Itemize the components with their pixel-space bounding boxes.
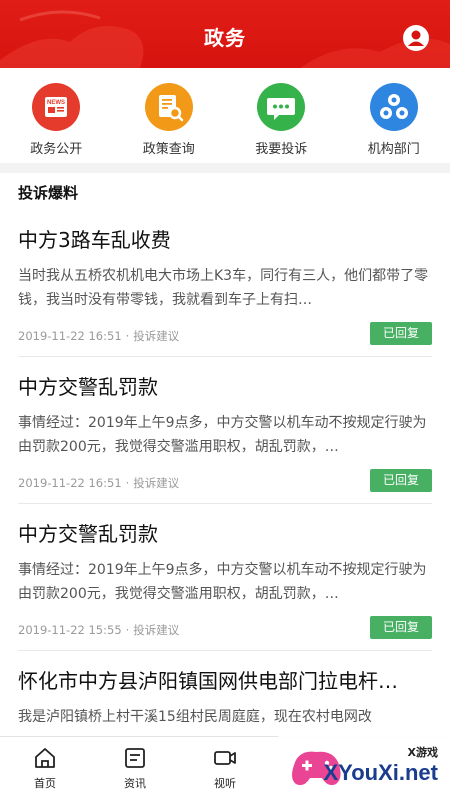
svg-text:NEWS: NEWS	[47, 100, 65, 106]
quick-nav-label: 政策查询	[142, 142, 195, 157]
feed-item-meta: 2019-11-22 16:51 · 投诉建议	[18, 329, 180, 343]
feed-item-summary: 事情经过：2019年上午9点多，中方交警以机车动不按规定行驶为由罚款200元，我…	[18, 562, 427, 602]
feed-item-date: 2019-11-22 16:51	[18, 329, 122, 343]
tab-home[interactable]: 首页	[0, 737, 90, 800]
section-title: 投诉爆料	[18, 184, 79, 202]
feed-item-meta: 2019-11-22 16:51 · 投诉建议	[18, 476, 180, 490]
watermark-small-text: X游戏	[407, 746, 438, 759]
feed-item-date: 2019-11-22 15:55	[18, 623, 122, 637]
quick-nav-label: 政务公开	[30, 142, 83, 157]
top-header: 政务	[0, 0, 450, 68]
feed-item-title: 中方交警乱罚款	[18, 522, 158, 546]
feed-item-summary: 事情经过：2019年上午9点多，中方交警以机车动不按规定行驶为由罚款200元，我…	[18, 415, 427, 455]
feed-item[interactable]: 中方交警乱罚款 事情经过：2019年上午9点多，中方交警以机车动不按规定行驶为由…	[18, 504, 432, 651]
feed-item-date: 2019-11-22 16:51	[18, 476, 122, 490]
home-icon	[35, 748, 55, 768]
quick-nav-label: 我要投诉	[255, 142, 308, 157]
video-icon	[214, 751, 236, 765]
feed-item[interactable]: 中方交警乱罚款 事情经过：2019年上午9点多，中方交警以机车动不按规定行驶为由…	[18, 357, 432, 504]
quick-nav-label: 机构部门	[367, 142, 420, 157]
chat-bubble-icon	[257, 83, 306, 131]
feed-item-category: 投诉建议	[133, 623, 180, 637]
quick-nav: NEWS 政务公开 政策查询 我要投诉 机构部门	[0, 68, 450, 162]
news-list-icon	[125, 748, 145, 768]
feed-item-category: 投诉建议	[133, 476, 180, 490]
feed-item-title: 怀化市中方县泸阳镇国网供电部门拉电杆…	[18, 669, 398, 693]
status-badge: 已回复	[370, 469, 432, 492]
feed-item-summary: 我是泸阳镇桥上村干溪15组村民周庭庭，现在农村电网改	[18, 709, 372, 725]
feed-item-title: 中方3路车乱收费	[18, 228, 171, 252]
organization-icon	[369, 83, 418, 131]
feed-item[interactable]: 中方3路车乱收费 当时我从五桥农机机电大市场上K3车，同行有三人，他们都带了零钱…	[18, 210, 432, 357]
news-icon: NEWS	[32, 83, 81, 131]
status-badge: 已回复	[370, 616, 432, 639]
tab-label: 视听	[214, 777, 236, 790]
page-title: 政务	[204, 26, 246, 50]
feed-item-category: 投诉建议	[133, 329, 180, 343]
user-profile-button[interactable]	[402, 24, 430, 52]
feed-item-summary: 当时我从五桥农机机电大市场上K3车，同行有三人，他们都带了零钱，我当时没有带零钱…	[18, 268, 429, 308]
feed-item-title: 中方交警乱罚款	[18, 375, 158, 399]
tab-label: 资讯	[124, 777, 146, 790]
complaint-feed: 中方3路车乱收费 当时我从五桥农机机电大市场上K3车，同行有三人，他们都带了零钱…	[0, 210, 450, 761]
tab-video[interactable]: 视听	[180, 737, 270, 800]
tab-label: 首页	[34, 777, 56, 790]
quick-nav-complaint[interactable]: 我要投诉	[225, 68, 338, 162]
watermark: X游戏 XYouXi.net	[278, 736, 450, 800]
document-search-icon	[144, 83, 193, 131]
quick-nav-departments[interactable]: 机构部门	[338, 68, 450, 162]
status-badge: 已回复	[370, 322, 432, 345]
quick-nav-gov-affairs-public[interactable]: NEWS 政务公开	[0, 68, 113, 162]
feed-item-meta: 2019-11-22 15:55 · 投诉建议	[18, 623, 180, 637]
tab-news[interactable]: 资讯	[90, 737, 180, 800]
user-icon	[403, 25, 429, 51]
quick-nav-policy-search[interactable]: 政策查询	[113, 68, 226, 162]
section-divider	[0, 163, 450, 173]
watermark-brand-text: XYouXi.net	[323, 760, 439, 785]
